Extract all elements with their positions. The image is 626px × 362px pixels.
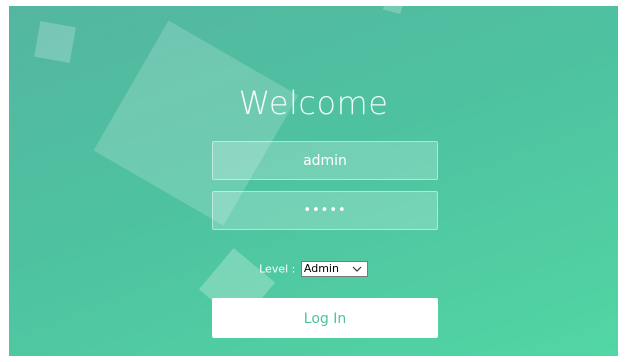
page-frame: Welcome Level : Admin Log In xyxy=(0,0,626,362)
level-select[interactable]: Admin xyxy=(300,261,368,277)
level-select-value: Admin xyxy=(303,262,339,275)
decorative-square-small xyxy=(382,6,406,15)
chevron-down-icon xyxy=(352,266,362,272)
decorative-square xyxy=(34,21,76,63)
level-row: Level : Admin xyxy=(9,261,618,277)
welcome-heading: Welcome xyxy=(238,84,389,122)
level-label: Level : xyxy=(259,262,296,276)
username-input[interactable] xyxy=(212,141,438,180)
login-panel: Welcome Level : Admin Log In xyxy=(9,6,618,356)
login-button[interactable]: Log In xyxy=(212,298,438,338)
password-input[interactable] xyxy=(212,191,438,230)
